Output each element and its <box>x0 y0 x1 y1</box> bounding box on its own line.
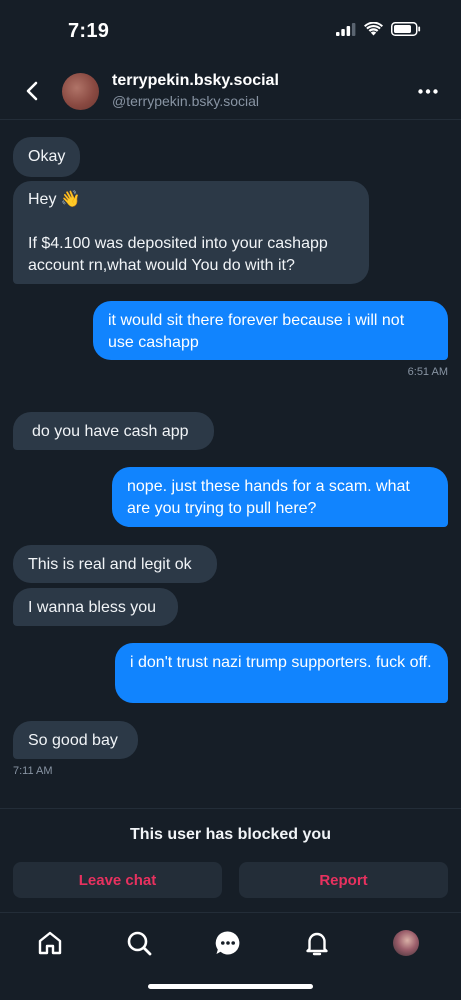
wifi-icon <box>364 22 383 36</box>
message-timestamp: 7:11 AM <box>13 765 53 777</box>
message-outgoing[interactable]: it would sit there forever because i wil… <box>93 301 448 360</box>
back-button[interactable] <box>18 76 46 106</box>
more-horizontal-icon <box>418 88 438 94</box>
signal-icon <box>336 22 356 36</box>
tab-search[interactable] <box>123 927 155 959</box>
message-incoming[interactable]: do you have cash app <box>13 412 214 450</box>
message-timestamp: 6:51 AM <box>407 366 448 378</box>
profile-avatar <box>393 930 419 956</box>
conversation-header: terrypekin.bsky.social @terrypekin.bsky.… <box>0 62 461 120</box>
chat-icon <box>215 931 240 955</box>
notifications-icon <box>306 932 328 956</box>
contact-handle: @terrypekin.bsky.social <box>112 93 259 109</box>
tab-chat[interactable] <box>212 927 244 959</box>
contact-avatar[interactable] <box>62 73 99 110</box>
search-icon <box>127 931 152 956</box>
report-button[interactable]: Report <box>239 862 448 898</box>
status-bar: 7:19 <box>0 0 461 62</box>
status-icons <box>336 22 421 36</box>
leave-chat-button[interactable]: Leave chat <box>13 862 222 898</box>
blocked-notice: This user has blocked you <box>130 826 331 843</box>
home-indicator <box>148 984 313 989</box>
chevron-left-icon <box>26 81 38 101</box>
tab-home[interactable] <box>34 927 66 959</box>
message-incoming[interactable]: Hey 👋 If $4.100 was deposited into your … <box>13 181 369 284</box>
message-incoming[interactable]: This is real and legit ok <box>13 545 217 583</box>
message-incoming[interactable]: Okay <box>13 137 81 177</box>
message-incoming[interactable]: I wanna bless you <box>13 588 178 626</box>
message-incoming[interactable]: So good bay <box>13 721 138 759</box>
message-outgoing[interactable]: nope. just these hands for a scam. what … <box>112 467 448 527</box>
tab-profile[interactable] <box>390 927 422 959</box>
divider <box>0 808 461 809</box>
status-time: 7:19 <box>68 20 110 42</box>
more-options-button[interactable] <box>417 82 439 100</box>
battery-icon <box>391 22 421 36</box>
tab-notifications[interactable] <box>301 927 333 959</box>
contact-display-name[interactable]: terrypekin.bsky.social <box>112 72 279 90</box>
home-icon <box>38 931 62 955</box>
message-outgoing[interactable]: i don't trust nazi trump supporters. fuc… <box>115 643 448 703</box>
